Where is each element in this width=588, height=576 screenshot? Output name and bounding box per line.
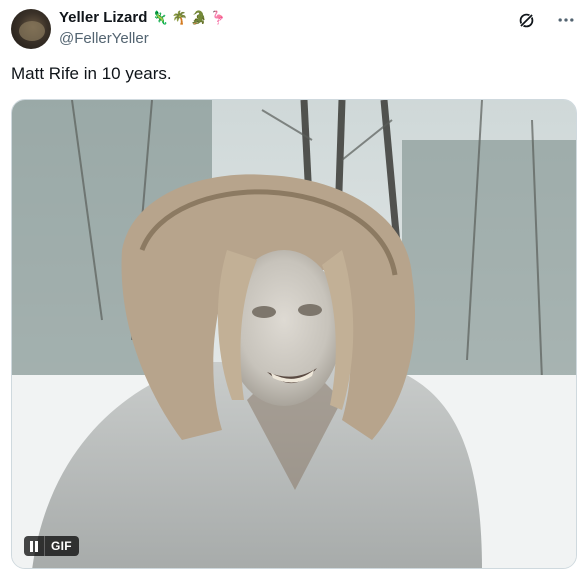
lizard-emoji: 🦎 bbox=[152, 10, 169, 25]
crocodile-emoji: 🐊 bbox=[190, 10, 207, 25]
gif-badge[interactable]: GIF bbox=[24, 536, 79, 556]
gif-label: GIF bbox=[51, 539, 72, 553]
flamingo-emoji: 🦩 bbox=[209, 10, 227, 25]
tweet-text: Matt Rife in 10 years. bbox=[11, 64, 172, 83]
gif-frame bbox=[12, 100, 576, 568]
author-name-row: Yeller Lizard 🦎 🌴 🐊 🦩 bbox=[59, 9, 226, 26]
name-emojis: 🦎 🌴 🐊 🦩 bbox=[152, 10, 226, 25]
author-handle[interactable]: @FellerYeller bbox=[59, 30, 149, 47]
grok-icon[interactable] bbox=[516, 10, 536, 30]
gif-media[interactable]: GIF bbox=[11, 99, 577, 569]
tweet-actions-top bbox=[516, 10, 576, 30]
avatar-image bbox=[19, 21, 45, 41]
avatar[interactable] bbox=[11, 9, 51, 49]
pause-icon[interactable] bbox=[24, 536, 45, 556]
palm-tree-emoji: 🌴 bbox=[171, 10, 188, 25]
display-name[interactable]: Yeller Lizard bbox=[59, 9, 147, 26]
more-icon[interactable] bbox=[556, 10, 576, 30]
